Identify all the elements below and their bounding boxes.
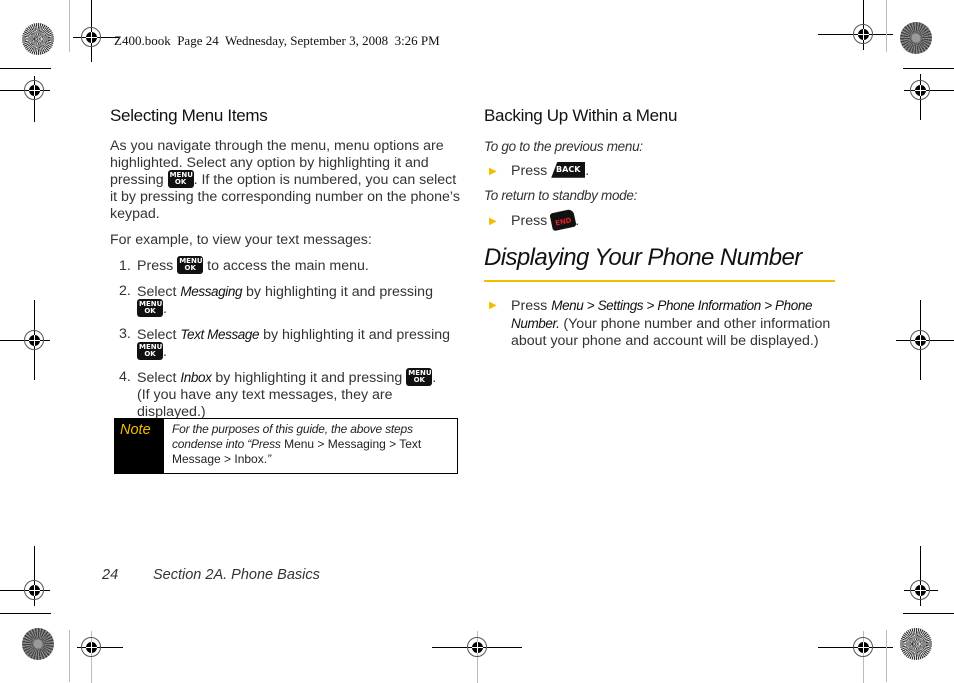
intro-paragraph: As you navigate through the menu, menu o… <box>110 138 460 222</box>
menu-ok-key-icon: MENU OK <box>406 367 433 386</box>
list-item: ▶ Press END. <box>484 208 836 232</box>
menu-path: Inbox <box>180 370 212 385</box>
section-heading: Backing Up Within a Menu <box>484 106 678 125</box>
trim-line <box>903 68 954 69</box>
color-registration-rosette <box>22 23 54 55</box>
title-underline <box>484 280 835 282</box>
menu-ok-key-icon: MENU OK <box>177 255 204 274</box>
menu-ok-key-icon: MENU OK <box>137 298 163 317</box>
note-box: Note For the purposes of this guide, the… <box>114 418 458 474</box>
trim-line <box>69 630 70 682</box>
instruction-label: To go to the previous menu: <box>484 139 643 154</box>
bullet-arrow-icon: ▶ <box>489 216 497 227</box>
list-item: ▶ Press BACK. <box>489 161 590 179</box>
menu-path: Messaging <box>180 284 243 299</box>
menu-path: Text Message <box>180 327 260 342</box>
color-registration-rosette <box>900 22 932 54</box>
steps-list: 1. Press MENU OK to access the main menu.… <box>110 255 462 421</box>
menu-ok-key-icon: MENU OK <box>137 341 163 360</box>
print-slug: Z400.book Page 24 Wednesday, September 3… <box>114 33 440 48</box>
list-item: 3. Select Text Message by highlighting i… <box>119 326 451 360</box>
list-item: 1. Press MENU OK to access the main menu. <box>119 255 369 274</box>
color-registration-rosette <box>900 628 932 660</box>
trim-line <box>886 0 887 52</box>
end-key-icon: END <box>549 208 577 232</box>
trim-line <box>0 613 51 614</box>
color-registration-rosette <box>22 628 54 660</box>
section-footer: Section 2A. Phone Basics <box>153 567 320 583</box>
menu-ok-key-icon: MENU OK <box>167 169 194 188</box>
bullet-arrow-icon: ▶ <box>489 166 497 177</box>
section-heading: Selecting Menu Items <box>110 106 268 125</box>
instruction-label: To return to standby mode: <box>484 188 638 203</box>
trim-line <box>69 0 70 52</box>
note-text: For the purposes of this guide, the abov… <box>172 422 422 466</box>
list-item: 4. Select Inbox by highlighting it and p… <box>119 367 437 420</box>
bullet-arrow-icon: ▶ <box>489 300 497 311</box>
page-section-title: Displaying Your Phone Number <box>484 244 802 271</box>
trim-line <box>886 630 887 682</box>
note-label: Note <box>115 419 164 473</box>
back-key-icon: BACK <box>551 161 586 178</box>
example-intro: For example, to view your text messages: <box>110 232 372 248</box>
page-number: 24 <box>102 567 119 583</box>
list-item: 2. Select Messaging by highlighting it a… <box>119 283 433 317</box>
right-column: Backing Up Within a Menu To go to the pr… <box>484 106 836 232</box>
trim-line <box>903 613 954 614</box>
list-item: ▶ Press Menu > Settings > Phone Informat… <box>489 298 831 349</box>
trim-line <box>0 68 51 69</box>
left-column: Selecting Menu Items As you navigate thr… <box>110 106 462 429</box>
